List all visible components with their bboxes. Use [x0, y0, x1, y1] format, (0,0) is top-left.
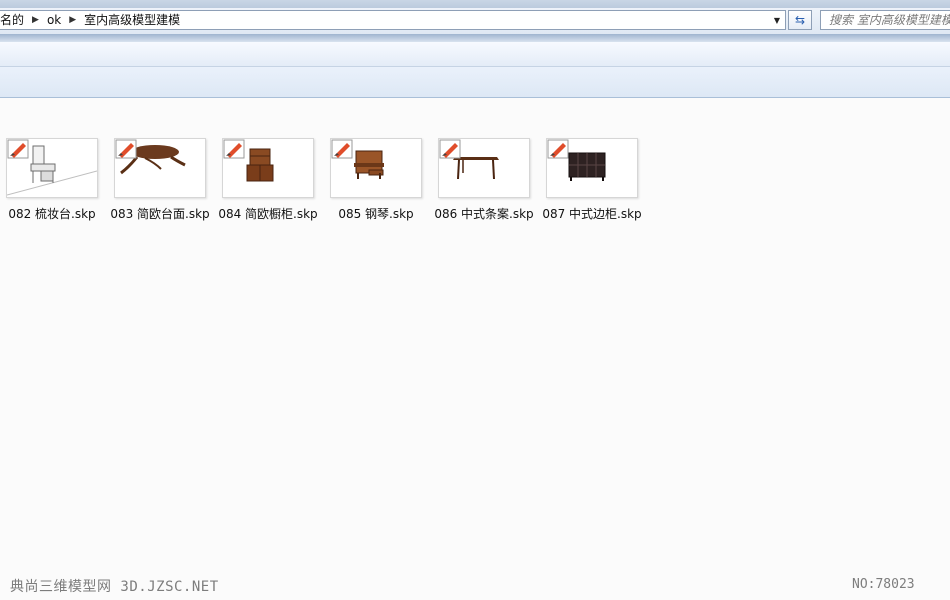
file-thumbnail	[546, 138, 638, 198]
file-item[interactable]: 085 钢琴.skp	[322, 138, 430, 223]
breadcrumb: 名的 ▶ ok ▶ 室内高级模型建模	[0, 11, 186, 29]
breadcrumb-item[interactable]: 名的	[0, 11, 30, 29]
watermark-number: NO:78023	[852, 577, 915, 592]
breadcrumb-separator-icon[interactable]: ▶	[30, 15, 41, 25]
refresh-icon: ⇆	[794, 13, 806, 27]
file-item[interactable]: 087 中式边柜.skp	[538, 138, 646, 223]
breadcrumb-item[interactable]: 室内高级模型建模	[78, 11, 186, 29]
address-history-dropdown-icon[interactable]: ▼	[769, 11, 785, 29]
breadcrumb-item[interactable]: ok	[41, 11, 67, 29]
sketchup-file-badge-icon	[331, 139, 353, 159]
file-item[interactable]: 084 简欧橱柜.skp	[214, 138, 322, 223]
toolbar	[0, 42, 950, 67]
watermark-site: 典尚三维模型网 3D.JZSC.NET	[10, 579, 219, 595]
file-name: 082 梳妆台.skp	[8, 207, 96, 221]
address-row: 名的 ▶ ok ▶ 室内高级模型建模 ▼ ⇆ 搜索 室内高级模型建模	[0, 8, 950, 34]
file-name: 087 中式边柜.skp	[542, 207, 642, 221]
file-item[interactable]: 083 简欧台面.skp	[106, 138, 214, 223]
sketchup-file-badge-icon	[439, 139, 461, 159]
sketchup-file-badge-icon	[115, 139, 137, 159]
file-thumbnail	[438, 138, 530, 198]
sketchup-file-badge-icon	[223, 139, 245, 159]
file-name: 084 简欧橱柜.skp	[218, 207, 318, 221]
column-header-bar	[0, 67, 950, 98]
address-bar[interactable]: 名的 ▶ ok ▶ 室内高级模型建模 ▼	[0, 10, 786, 30]
file-name: 085 钢琴.skp	[338, 207, 414, 221]
file-item[interactable]: 086 中式条案.skp	[430, 138, 538, 223]
refresh-button[interactable]: ⇆	[788, 10, 812, 30]
sketchup-file-badge-icon	[547, 139, 569, 159]
file-item[interactable]: 082 梳妆台.skp	[0, 138, 106, 223]
chrome-divider	[0, 34, 950, 42]
sketchup-file-badge-icon	[7, 139, 29, 159]
breadcrumb-separator-icon[interactable]: ▶	[67, 15, 78, 25]
file-list: 082 梳妆台.skp 083 简欧台面.skp 084 简欧橱柜.skp 08…	[0, 98, 950, 600]
file-thumbnail	[6, 138, 98, 198]
file-thumbnail	[330, 138, 422, 198]
file-name: 086 中式条案.skp	[434, 207, 534, 221]
file-name: 083 简欧台面.skp	[110, 207, 210, 221]
search-input[interactable]: 搜索 室内高级模型建模	[820, 10, 950, 30]
file-thumbnail	[222, 138, 314, 198]
file-thumbnail	[114, 138, 206, 198]
